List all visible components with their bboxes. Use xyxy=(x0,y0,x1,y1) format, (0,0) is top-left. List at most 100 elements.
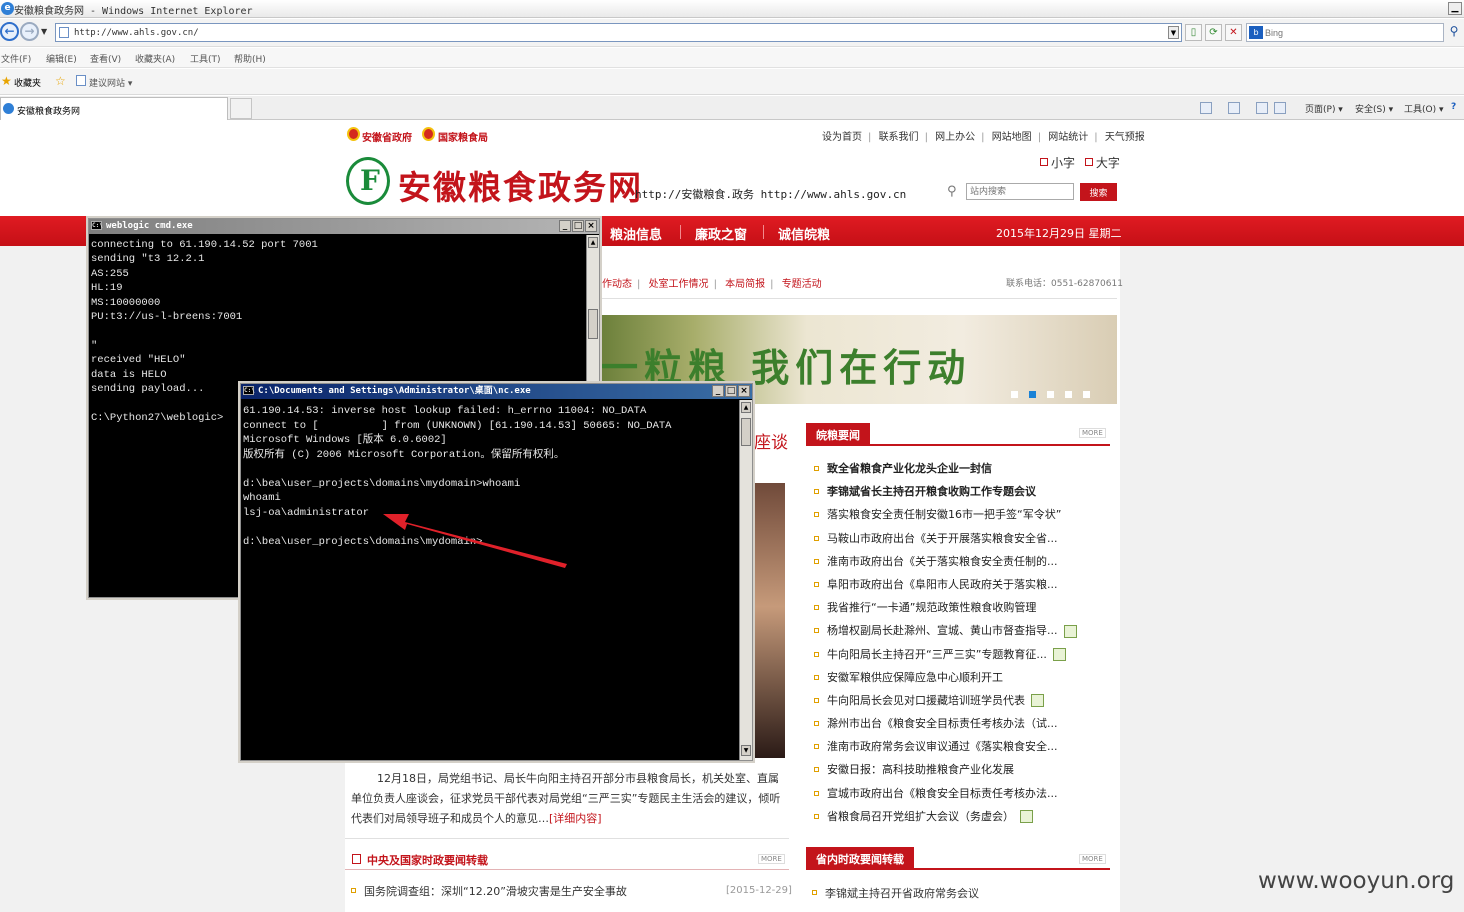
news-item[interactable]: 安徽军粮供应保障应急中心顺利开工 xyxy=(812,666,1112,689)
site-logo[interactable] xyxy=(346,157,390,205)
news-item[interactable]: 杨增权副局长赴滁州、宣城、黄山市督查指导... xyxy=(812,619,1112,642)
bullet-icon xyxy=(814,651,819,657)
slide-dot[interactable] xyxy=(1065,391,1072,398)
minimize-button[interactable]: ▁ xyxy=(1448,2,1462,15)
nc-cmd-window[interactable]: C:\ C:\Documents and Settings\Administrat… xyxy=(240,383,753,761)
section-central-news[interactable]: 中央及国家时政要闻转载 xyxy=(367,852,488,868)
add-favorite-icon[interactable]: ☆ xyxy=(55,74,66,88)
feeds-icon[interactable] xyxy=(1228,102,1240,114)
safety-menu[interactable]: 安全(S) ▾ xyxy=(1355,102,1393,115)
close-button[interactable]: × xyxy=(585,220,597,232)
news-item[interactable]: 省粮食局召开党组扩大会议（务虚会） xyxy=(812,805,1112,828)
menu-edit[interactable]: 编辑(E) xyxy=(46,52,77,65)
slide-dot[interactable] xyxy=(1047,391,1054,398)
news-item[interactable]: 牛向阳局长会见对口援藏培训班学员代表 xyxy=(812,689,1112,712)
central-news-item[interactable]: 国务院调查组：深圳“12.20”滑坡灾害是生产安全事故 xyxy=(351,883,627,899)
slide-dot-active[interactable] xyxy=(1029,391,1036,398)
news-item[interactable]: 牛向阳局长主持召开“三严三实”专题教育征... xyxy=(812,643,1112,666)
tab-ahls[interactable]: 安徽粮食政务网 xyxy=(0,97,228,120)
menu-file[interactable]: 文件(F) xyxy=(1,52,31,65)
news-photo[interactable] xyxy=(753,483,785,758)
news-item[interactable]: 我省推行“一卡通”规范政策性粮食收购管理 xyxy=(812,596,1112,619)
address-dropdown-icon[interactable]: ▼ xyxy=(1168,26,1179,39)
news-item[interactable]: 致全省粮食产业化龙头企业一封信 xyxy=(812,457,1112,480)
minimize-button[interactable]: _ xyxy=(559,220,571,232)
section-tab-anhui-news[interactable]: 皖粮要闻 xyxy=(806,423,870,445)
scrollbar[interactable]: ▲ ▼ xyxy=(739,400,752,760)
provincial-news-item[interactable]: 李锦斌主持召开省政府常务会议 xyxy=(812,885,979,901)
favorites-button[interactable]: 收藏夹 xyxy=(14,76,41,89)
link-sitemap[interactable]: 网站地图 xyxy=(992,132,1032,143)
slide-dot[interactable] xyxy=(1083,391,1090,398)
scroll-thumb[interactable] xyxy=(588,309,598,339)
link-national-grain[interactable]: 国家粮食局 xyxy=(438,129,488,144)
scroll-up-icon[interactable]: ▲ xyxy=(588,237,598,248)
suggested-sites-button[interactable]: 建议网站 ▾ xyxy=(89,76,132,89)
home-icon[interactable] xyxy=(1200,102,1212,114)
site-search-button[interactable]: 搜索 xyxy=(1080,183,1117,201)
detail-link[interactable]: [详细内容] xyxy=(549,812,602,825)
new-tab-button[interactable] xyxy=(230,98,252,119)
nav-grain-info[interactable]: 粮油信息 xyxy=(610,224,662,243)
link-set-home[interactable]: 设为首页 xyxy=(822,132,862,143)
compat-view-icon[interactable]: ▯ xyxy=(1185,24,1202,41)
font-large-button[interactable]: 大字 xyxy=(1096,156,1120,170)
news-item[interactable]: 马鞍山市政府出台《关于开展落实粮食安全省... xyxy=(812,527,1112,550)
address-field[interactable]: ▼ xyxy=(55,23,1182,42)
more-button[interactable]: MORE xyxy=(1079,428,1106,438)
history-dropdown-icon[interactable]: ▼ xyxy=(41,27,47,36)
favorites-star-icon[interactable]: ★ xyxy=(1,74,12,88)
news-item[interactable]: 淮南市政府出台《关于落实粮食安全责任制的... xyxy=(812,550,1112,573)
link-anhui-gov[interactable]: 安徽省政府 xyxy=(362,129,412,144)
more-button[interactable]: MORE xyxy=(1079,854,1106,864)
browser-search-input[interactable] xyxy=(1265,25,1435,40)
address-input[interactable] xyxy=(74,25,1154,40)
site-search-input[interactable] xyxy=(966,183,1074,200)
subnav-work-news[interactable]: 作动态 xyxy=(602,279,632,290)
maximize-button[interactable]: □ xyxy=(725,385,737,397)
scroll-up-icon[interactable]: ▲ xyxy=(741,402,751,413)
browser-search-field[interactable]: b xyxy=(1246,23,1444,42)
menu-help[interactable]: 帮助(H) xyxy=(234,52,266,65)
menu-tools[interactable]: 工具(T) xyxy=(190,52,221,65)
news-item[interactable]: 滁州市出台《粮食安全目标责任考核办法（试... xyxy=(812,712,1112,735)
news-item[interactable]: 落实粮食安全责任制安徽16市一把手签“军令状” xyxy=(812,503,1112,526)
section-tab-provincial-news[interactable]: 省内时政要闻转载 xyxy=(806,847,914,869)
subnav-division-work[interactable]: 处室工作情况 xyxy=(649,279,709,290)
news-item[interactable]: 阜阳市政府出台《阜阳市人民政府关于落实粮... xyxy=(812,573,1112,596)
scroll-thumb[interactable] xyxy=(741,418,751,446)
font-small-button[interactable]: 小字 xyxy=(1051,156,1075,170)
news-item[interactable]: 宣城市政府出台《粮食安全目标责任考核办法... xyxy=(812,782,1112,805)
page-menu[interactable]: 页面(P) ▾ xyxy=(1305,102,1343,115)
print-icon[interactable] xyxy=(1274,102,1286,114)
refresh-icon[interactable]: ⟳ xyxy=(1205,24,1222,41)
mail-icon[interactable] xyxy=(1256,102,1268,114)
forward-button[interactable]: → xyxy=(20,22,39,41)
menu-view[interactable]: 查看(V) xyxy=(90,52,121,65)
nav-credit[interactable]: 诚信皖粮 xyxy=(778,224,830,243)
scroll-down-icon[interactable]: ▼ xyxy=(741,745,751,756)
tools-menu[interactable]: 工具(O) ▾ xyxy=(1404,102,1444,115)
news-item[interactable]: 安徽日报：高科技助推粮食产业化发展 xyxy=(812,758,1112,781)
cmd-titlebar[interactable]: C:\ C:\Documents and Settings\Administrat… xyxy=(241,384,752,399)
search-icon[interactable]: ⚲ xyxy=(1446,24,1462,41)
link-stats[interactable]: 网站统计 xyxy=(1048,132,1088,143)
cmd-titlebar[interactable]: C:\ weblogic cmd.exe xyxy=(89,219,599,234)
link-contact[interactable]: 联系我们 xyxy=(879,132,919,143)
menu-favorites[interactable]: 收藏夹(A) xyxy=(135,52,175,65)
link-weather[interactable]: 天气预报 xyxy=(1105,132,1145,143)
minimize-button[interactable]: _ xyxy=(712,385,724,397)
link-online-office[interactable]: 网上办公 xyxy=(935,132,975,143)
news-item[interactable]: 李锦斌省长主持召开粮食收购工作专题会议 xyxy=(812,480,1112,503)
help-icon[interactable]: ? xyxy=(1451,102,1456,112)
stop-icon[interactable]: ✕ xyxy=(1225,24,1242,41)
nav-integrity[interactable]: 廉政之窗 xyxy=(695,224,747,243)
more-button[interactable]: MORE xyxy=(758,854,785,864)
subnav-special[interactable]: 专题活动 xyxy=(782,279,822,290)
subnav-bulletin[interactable]: 本局简报 xyxy=(725,279,765,290)
back-button[interactable]: ← xyxy=(0,22,19,41)
close-button[interactable]: × xyxy=(738,385,750,397)
maximize-button[interactable]: □ xyxy=(572,220,584,232)
slide-dot[interactable] xyxy=(1011,391,1018,398)
news-item[interactable]: 淮南市政府常务会议审议通过《落实粮食安全... xyxy=(812,735,1112,758)
